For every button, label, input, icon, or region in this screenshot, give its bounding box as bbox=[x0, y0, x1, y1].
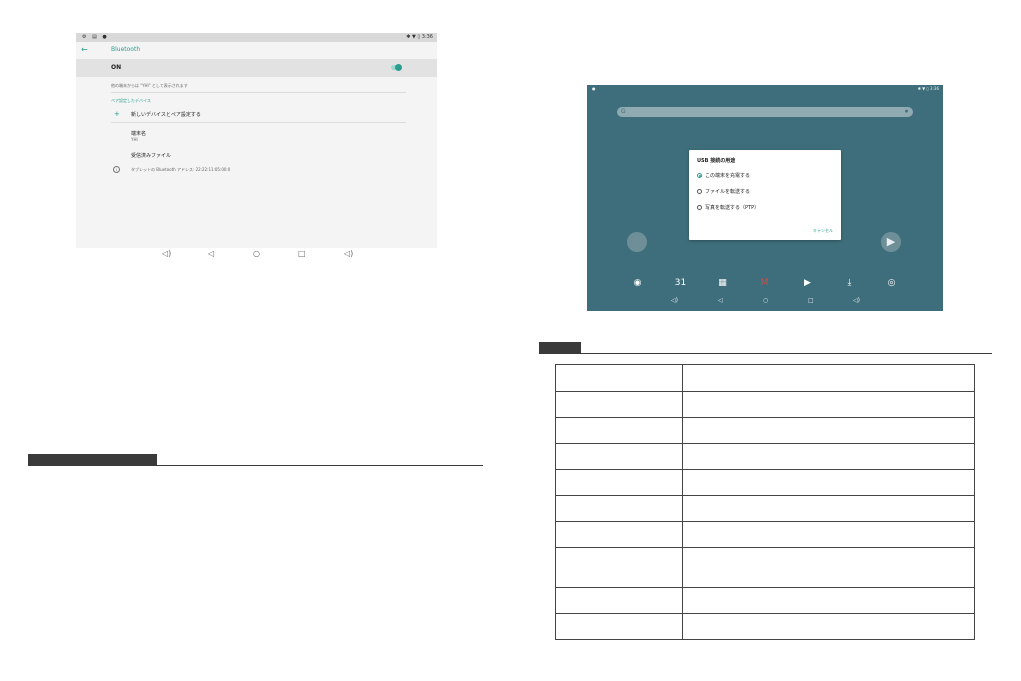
device-name-value: YHI bbox=[131, 137, 138, 142]
received-files-item[interactable]: 受信済みファイル bbox=[131, 152, 171, 159]
status-bar: ⚙ ▤ ● ✱ ▼ ▯ 3:36 bbox=[76, 33, 437, 42]
table-row bbox=[555, 417, 975, 444]
table-cell-key bbox=[555, 521, 683, 548]
play-store-icon[interactable]: ▶ bbox=[881, 232, 901, 252]
chrome-icon[interactable]: ◉ bbox=[628, 274, 647, 293]
paired-devices-header: ペア設定したデバイス bbox=[111, 98, 151, 103]
radio-icon[interactable] bbox=[697, 189, 702, 194]
search-bar[interactable]: G ⏺ bbox=[617, 107, 913, 117]
gmail-icon[interactable]: M bbox=[755, 274, 774, 293]
status-right: ✱ ▼ ▯ 3:36 bbox=[406, 34, 433, 40]
pair-new-device-item[interactable]: 新しいデバイスとペア設定する bbox=[131, 111, 201, 118]
app-bar: ← Bluetooth bbox=[76, 42, 437, 59]
recents-icon[interactable]: □ bbox=[808, 297, 814, 304]
table-cell-value bbox=[682, 521, 975, 548]
table-row bbox=[555, 521, 975, 548]
spec-table bbox=[555, 364, 975, 640]
volume-up-icon[interactable]: ◁) bbox=[853, 297, 860, 304]
volume-up-icon[interactable]: ◁) bbox=[344, 249, 353, 258]
table-row bbox=[555, 469, 975, 496]
table-cell-value bbox=[682, 587, 975, 614]
table-row bbox=[555, 391, 975, 418]
table-cell-key bbox=[555, 469, 683, 496]
photos-icon[interactable]: ▦ bbox=[713, 274, 732, 293]
option-label: この端末を充電する bbox=[705, 173, 751, 179]
table-cell-value bbox=[682, 495, 975, 522]
status-right: ✱ ▼ ▯ 3:36 bbox=[917, 86, 939, 91]
section-header-rule bbox=[157, 465, 483, 466]
status-left-icons: ⚙ ▤ ● bbox=[82, 34, 109, 40]
section-header-rule bbox=[581, 353, 992, 354]
table-cell-key bbox=[555, 495, 683, 522]
table-cell-value bbox=[682, 613, 975, 640]
table-row bbox=[555, 495, 975, 522]
table-cell-key bbox=[555, 417, 683, 444]
section-header-left bbox=[28, 454, 483, 466]
calendar-icon[interactable]: 31 bbox=[671, 274, 690, 293]
volume-down-icon[interactable]: ◁) bbox=[162, 249, 171, 258]
table-cell-key bbox=[555, 613, 683, 640]
table-cell-value bbox=[682, 364, 975, 392]
table-cell-key bbox=[555, 391, 683, 418]
bluetooth-nav-bar: ◁) ◁ ○ □ ◁) bbox=[76, 249, 437, 261]
section-header-tab bbox=[539, 342, 581, 354]
table-cell-key bbox=[555, 364, 683, 392]
google-g-icon: G bbox=[621, 108, 626, 115]
bluetooth-address-note: タブレットの Bluetooth アドレス: 22:22:11:05:00:0 bbox=[131, 167, 231, 172]
recents-icon[interactable]: □ bbox=[298, 249, 306, 258]
usb-mode-dialog: USB 接続の用途 この端末を充電する ファイルを転送する 写真を転送する（PT… bbox=[689, 150, 841, 240]
volume-down-icon[interactable]: ◁) bbox=[671, 297, 678, 304]
table-row bbox=[555, 443, 975, 470]
home-screen-screenshot: ● ✱ ▼ ▯ 3:36 G ⏺ USB 接続の用途 この端末を充電する ファイ… bbox=[587, 85, 943, 311]
option-label: ファイルを転送する bbox=[705, 189, 751, 195]
table-cell-key bbox=[555, 443, 683, 470]
home-icon[interactable]: ○ bbox=[253, 249, 260, 258]
table-cell-value bbox=[682, 469, 975, 496]
divider bbox=[111, 122, 406, 123]
status-left: ● bbox=[592, 86, 596, 91]
bluetooth-toggle-row[interactable]: ON bbox=[76, 59, 437, 77]
divider bbox=[111, 92, 406, 93]
table-cell-key bbox=[555, 587, 683, 614]
home-icon[interactable]: ○ bbox=[763, 297, 768, 304]
page-title: Bluetooth bbox=[111, 46, 141, 53]
bluetooth-switch[interactable] bbox=[391, 64, 402, 71]
section-header-right bbox=[539, 342, 992, 354]
status-bar: ● ✱ ▼ ▯ 3:36 bbox=[587, 85, 943, 93]
radio-icon[interactable] bbox=[697, 205, 702, 210]
table-row bbox=[555, 364, 975, 392]
dialog-title: USB 接続の用途 bbox=[697, 158, 736, 164]
option-label: 写真を転送する（PTP） bbox=[705, 205, 760, 211]
plus-icon: + bbox=[114, 110, 120, 118]
table-row bbox=[555, 587, 975, 614]
visibility-note: 他の端末からは "YHI" として表示されます bbox=[111, 83, 188, 88]
table-row bbox=[555, 613, 975, 640]
table-cell-value bbox=[682, 417, 975, 444]
section-header-tab bbox=[28, 454, 157, 466]
toggle-label: ON bbox=[111, 64, 122, 71]
back-icon[interactable]: ◁ bbox=[718, 297, 723, 304]
camera-icon[interactable]: ◎ bbox=[882, 274, 901, 293]
mic-icon[interactable]: ⏺ bbox=[905, 108, 908, 116]
duo-icon[interactable]: ▶ bbox=[798, 274, 817, 293]
table-cell-value bbox=[682, 443, 975, 470]
back-icon[interactable]: ◁ bbox=[208, 249, 214, 258]
device-name-label[interactable]: 端末名 bbox=[131, 130, 146, 137]
cancel-button[interactable]: キャンセル bbox=[813, 228, 833, 234]
switch-knob bbox=[395, 64, 402, 71]
arrow-left-icon[interactable]: ← bbox=[81, 45, 88, 54]
table-row bbox=[555, 547, 975, 588]
table-cell-value bbox=[682, 391, 975, 418]
radio-selected-icon[interactable] bbox=[697, 173, 702, 178]
app-folder-icon[interactable] bbox=[627, 232, 647, 252]
info-icon: i bbox=[113, 166, 120, 173]
files-icon[interactable]: ⤓ bbox=[840, 274, 859, 293]
table-cell-key bbox=[555, 547, 683, 588]
table-cell-value bbox=[682, 547, 975, 588]
bluetooth-settings-screenshot: ⚙ ▤ ● ✱ ▼ ▯ 3:36 ← Bluetooth ON 他の端末からは … bbox=[76, 33, 437, 248]
